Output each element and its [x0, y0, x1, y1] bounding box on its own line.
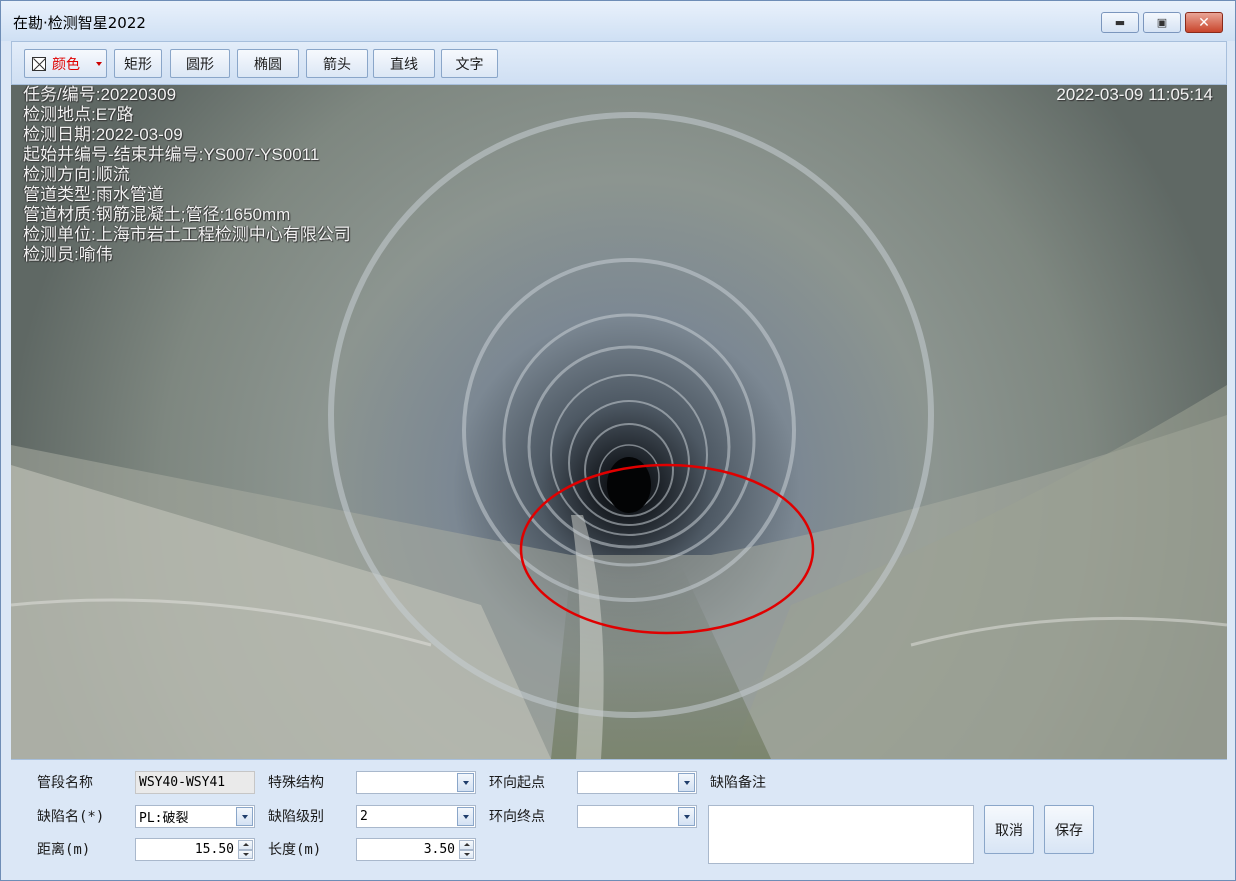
defect-name-label: 缺陷名(*)	[37, 809, 105, 825]
restore-button[interactable]: ▣	[1143, 12, 1181, 33]
chevron-down-icon[interactable]	[457, 773, 474, 792]
defect-level-value: 2	[360, 809, 368, 824]
ring-start-select[interactable]	[577, 771, 697, 794]
length-label: 长度(m)	[268, 842, 322, 858]
arrow-tool-button[interactable]: 箭头	[306, 49, 368, 78]
overlay-line: 起始井编号-结束井编号:YS007-YS0011	[23, 145, 320, 164]
text-tool-button[interactable]: 文字	[441, 49, 498, 78]
close-button[interactable]: ✕	[1185, 12, 1223, 33]
window-title: 在勘·检测智星2022	[13, 14, 146, 32]
dropdown-arrow-icon	[96, 62, 102, 66]
remark-textarea[interactable]	[708, 805, 974, 864]
length-stepper[interactable]: 3.50	[356, 838, 476, 861]
ring-end-select[interactable]	[577, 805, 697, 828]
special-struct-select[interactable]	[356, 771, 476, 794]
circle-tool-button[interactable]: 圆形	[170, 49, 230, 78]
defect-name-value: PL:破裂	[139, 811, 189, 826]
video-timestamp: 2022-03-09 11:05:14	[1056, 85, 1213, 104]
overlay-line: 检测地点:E7路	[23, 105, 134, 124]
overlay-line: 管道材质:钢筋混凝土;管径:1650mm	[23, 205, 291, 224]
overlay-line: 检测方向:顺流	[23, 165, 130, 184]
app-window: 在勘·检测智星2022 ▬ ▣ ✕ 颜色 矩形 圆形 椭圆 箭头 直线 文字 任…	[0, 0, 1236, 881]
cancel-button[interactable]: 取消	[984, 805, 1034, 854]
save-button[interactable]: 保存	[1044, 805, 1094, 854]
ring-end-label: 环向终点	[489, 809, 545, 825]
overlay-line: 检测日期:2022-03-09	[23, 125, 183, 144]
rect-tool-button[interactable]: 矩形	[114, 49, 162, 78]
overlay-line: 检测单位:上海市岩土工程检测中心有限公司	[23, 225, 351, 244]
segment-field: WSY40-WSY41	[135, 771, 255, 794]
chevron-down-icon[interactable]	[457, 807, 474, 826]
minimize-icon: ▬	[1114, 16, 1126, 29]
ring-start-label: 环向起点	[489, 775, 545, 791]
defect-form-panel: 管段名称 WSY40-WSY41 缺陷名(*) PL:破裂 距离(m) 15.5…	[11, 759, 1227, 871]
color-picker-button[interactable]: 颜色	[24, 49, 107, 78]
remark-label: 缺陷备注	[710, 775, 766, 791]
defect-level-label: 缺陷级别	[268, 809, 324, 825]
video-frame-canvas[interactable]: 任务/编号:20220309 检测地点:E7路 检测日期:2022-03-09 …	[11, 85, 1227, 759]
length-value: 3.50	[423, 842, 455, 857]
title-bar[interactable]: 在勘·检测智星2022 ▬ ▣ ✕	[1, 1, 1235, 41]
special-struct-label: 特殊结构	[268, 775, 324, 791]
defect-level-select[interactable]: 2	[356, 805, 476, 828]
spinner-icon[interactable]	[238, 840, 253, 859]
defect-name-select[interactable]: PL:破裂	[135, 805, 255, 828]
distance-label: 距离(m)	[37, 842, 91, 858]
line-tool-button[interactable]: 直线	[373, 49, 435, 78]
distance-stepper[interactable]: 15.50	[135, 838, 255, 861]
video-info-overlay: 任务/编号:20220309 检测地点:E7路 检测日期:2022-03-09 …	[23, 85, 351, 265]
window-controls: ▬ ▣ ✕	[1101, 12, 1223, 33]
minimize-button[interactable]: ▬	[1101, 12, 1139, 33]
overlay-line: 管道类型:雨水管道	[23, 185, 164, 204]
restore-icon: ▣	[1156, 16, 1168, 29]
distance-value: 15.50	[194, 842, 234, 857]
color-label: 颜色	[52, 56, 80, 73]
spinner-icon[interactable]	[459, 840, 474, 859]
chevron-down-icon[interactable]	[678, 807, 695, 826]
ellipse-tool-button[interactable]: 椭圆	[237, 49, 299, 78]
segment-label: 管段名称	[37, 775, 93, 791]
drawing-toolbar: 颜色 矩形 圆形 椭圆 箭头 直线 文字	[11, 41, 1227, 85]
overlay-line: 任务/编号:20220309	[23, 85, 177, 104]
color-swatch-icon	[32, 56, 46, 71]
chevron-down-icon[interactable]	[236, 807, 253, 826]
chevron-down-icon[interactable]	[678, 773, 695, 792]
close-icon: ✕	[1198, 14, 1210, 31]
overlay-line: 检测员:喻伟	[23, 245, 113, 264]
